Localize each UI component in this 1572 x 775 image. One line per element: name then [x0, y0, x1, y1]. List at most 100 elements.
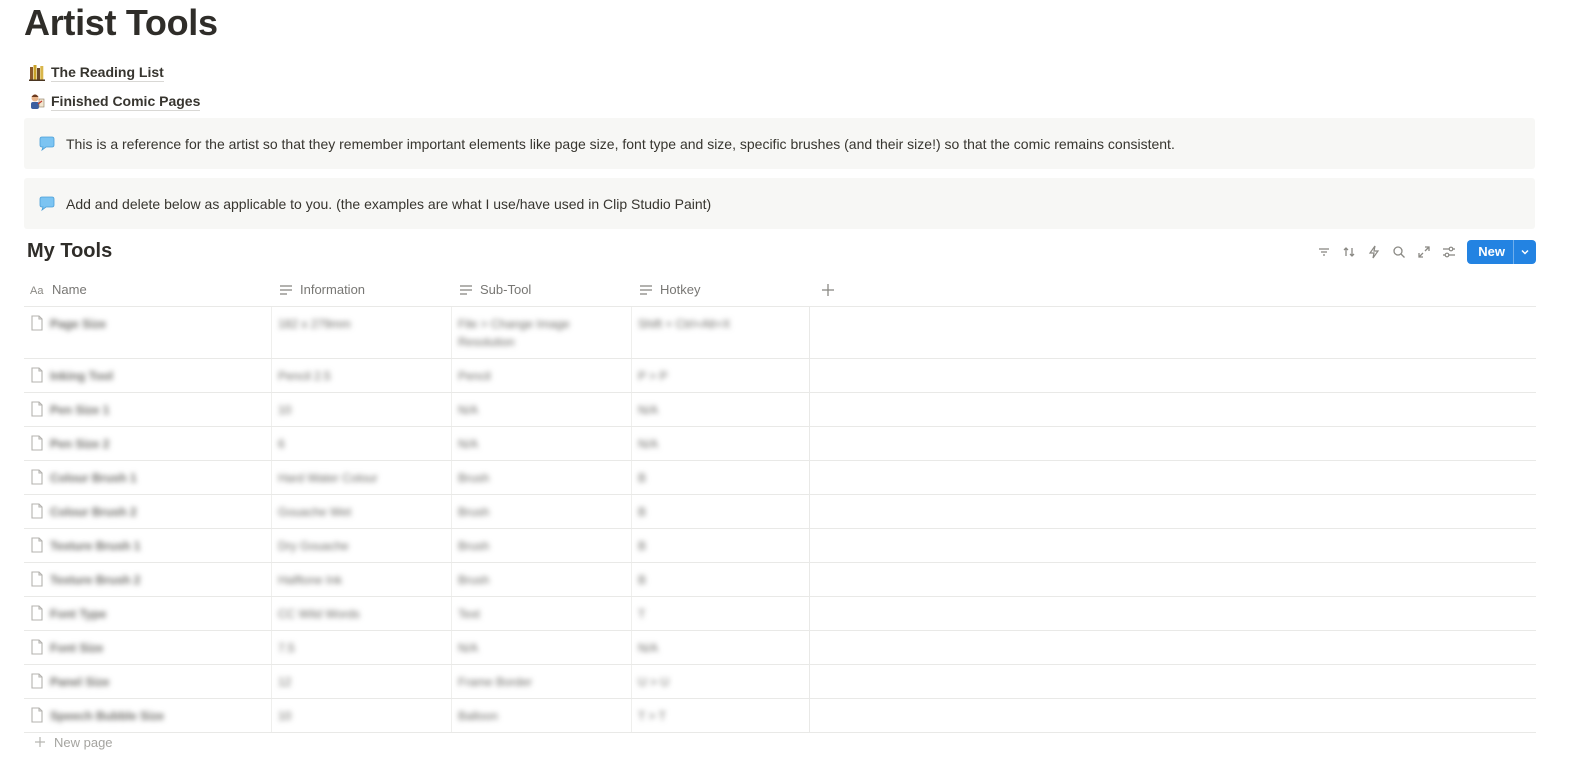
cell-name[interactable]: Colour Brush 2	[24, 495, 272, 528]
cell-information[interactable]: Pencil 2.5	[272, 359, 452, 392]
cell-name[interactable]: Panel Size	[24, 665, 272, 698]
cell-information-text: 12	[278, 675, 292, 689]
cell-hotkey[interactable]: B	[632, 563, 810, 596]
table-row[interactable]: Inking Tool Pencil 2.5 Pencil P > P	[24, 359, 1536, 393]
settings-sliders-icon[interactable]	[1436, 240, 1461, 264]
cell-sub-tool[interactable]: Brush	[452, 563, 632, 596]
cell-sub-tool[interactable]: Balloon	[452, 699, 632, 732]
cell-sub-tool[interactable]: Text	[452, 597, 632, 630]
cell-sub-tool[interactable]: Pencil	[452, 359, 632, 392]
cell-information[interactable]: 6	[272, 427, 452, 460]
cell-sub-tool[interactable]: N/A	[452, 631, 632, 664]
table-row[interactable]: Speech Bubble Size 10 Balloon T > T	[24, 699, 1536, 733]
cell-information-text: 10	[278, 403, 292, 417]
new-page-label: New page	[54, 734, 113, 750]
automation-bolt-icon[interactable]	[1361, 240, 1386, 264]
cell-sub-tool[interactable]: Brush	[452, 529, 632, 562]
sort-icon[interactable]	[1336, 240, 1361, 264]
cell-sub-tool[interactable]: Brush	[452, 495, 632, 528]
cell-information[interactable]: Dry Gouache	[272, 529, 452, 562]
table-row[interactable]: Pen Size 1 10 N/A N/A	[24, 393, 1536, 427]
page-doc-icon	[30, 367, 44, 383]
cell-hotkey[interactable]: B	[632, 495, 810, 528]
cell-information-text: 10	[278, 709, 292, 723]
cell-empty	[810, 495, 1536, 528]
cell-name[interactable]: Speech Bubble Size	[24, 699, 272, 732]
cell-hotkey[interactable]: B	[632, 461, 810, 494]
cell-name[interactable]: Texture Brush 2	[24, 563, 272, 596]
cell-sub-tool[interactable]: N/A	[452, 427, 632, 460]
cell-hotkey[interactable]: N/A	[632, 427, 810, 460]
cell-name[interactable]: Pen Size 2	[24, 427, 272, 460]
table-row[interactable]: Font Size 7.5 N/A N/A	[24, 631, 1536, 665]
column-header-name[interactable]: Aa Name	[24, 273, 272, 306]
cell-name[interactable]: Font Type	[24, 597, 272, 630]
cell-hotkey[interactable]: U > U	[632, 665, 810, 698]
column-header-information[interactable]: Information	[272, 273, 452, 306]
cell-information[interactable]: Halftone Ink	[272, 563, 452, 596]
cell-sub-tool[interactable]: Frame Border	[452, 665, 632, 698]
cell-information-text: CC Wild Words	[278, 607, 360, 621]
cell-information[interactable]: 10	[272, 699, 452, 732]
cell-hotkey[interactable]: N/A	[632, 631, 810, 664]
cell-name[interactable]: Colour Brush 1	[24, 461, 272, 494]
cell-hotkey[interactable]: Shift + Ctrl+Alt+X	[632, 307, 810, 358]
new-page-button[interactable]: New page	[34, 732, 113, 752]
cell-name[interactable]: Inking Tool	[24, 359, 272, 392]
cell-empty	[810, 307, 1536, 358]
table-row[interactable]: Colour Brush 2 Gouache Wet Brush B	[24, 495, 1536, 529]
cell-sub-tool-text: Brush	[458, 471, 490, 485]
table-row[interactable]: Panel Size 12 Frame Border U > U	[24, 665, 1536, 699]
add-property-plus-icon[interactable]	[810, 273, 846, 306]
table-row[interactable]: Pen Size 2 6 N/A N/A	[24, 427, 1536, 461]
database-title[interactable]: My Tools	[27, 240, 112, 263]
expand-icon[interactable]	[1411, 240, 1436, 264]
cell-sub-tool-text: Brush	[458, 573, 490, 587]
table-row[interactable]: Colour Brush 1 Hard Water Colour Brush B	[24, 461, 1536, 495]
cell-name[interactable]: Page Size	[24, 307, 272, 358]
chevron-down-icon[interactable]	[1513, 240, 1536, 264]
cell-sub-tool[interactable]: Brush	[452, 461, 632, 494]
cell-hotkey[interactable]: P > P	[632, 359, 810, 392]
column-header-hotkey[interactable]: Hotkey	[632, 273, 810, 306]
cell-name[interactable]: Texture Brush 1	[24, 529, 272, 562]
cell-sub-tool[interactable]: N/A	[452, 393, 632, 426]
table-row[interactable]: Texture Brush 1 Dry Gouache Brush B	[24, 529, 1536, 563]
link-reading-list[interactable]: The Reading List	[28, 61, 164, 83]
new-button[interactable]: New	[1467, 240, 1536, 264]
cell-hotkey-text: B	[638, 539, 647, 553]
cell-name-text: Texture Brush 2	[50, 573, 141, 587]
speech-bubble-icon	[38, 195, 56, 213]
cell-information[interactable]: 10	[272, 393, 452, 426]
cell-hotkey[interactable]: T	[632, 597, 810, 630]
table-row[interactable]: Page Size 182 x 279mm File > Change Image …	[24, 307, 1536, 359]
page-doc-icon	[30, 315, 44, 331]
cell-empty	[810, 631, 1536, 664]
column-label: Information	[300, 282, 366, 297]
cell-information[interactable]: 12	[272, 665, 452, 698]
cell-name-text: Colour Brush 1	[50, 471, 137, 485]
cell-information[interactable]: Gouache Wet	[272, 495, 452, 528]
link-finished-comic-pages[interactable]: Finished Comic Pages	[28, 90, 201, 112]
table-row[interactable]: Font Type CC Wild Words Text T	[24, 597, 1536, 631]
cell-hotkey[interactable]: N/A	[632, 393, 810, 426]
search-icon[interactable]	[1386, 240, 1411, 264]
cell-sub-tool[interactable]: File > Change Image Resolution	[452, 307, 632, 358]
cell-name[interactable]: Pen Size 1	[24, 393, 272, 426]
cell-information[interactable]: CC Wild Words	[272, 597, 452, 630]
cell-information[interactable]: Hard Water Colour	[272, 461, 452, 494]
cell-empty	[810, 699, 1536, 732]
page-doc-icon	[30, 537, 44, 553]
cell-hotkey-text: B	[638, 471, 647, 485]
table-row[interactable]: Texture Brush 2 Halftone Ink Brush B	[24, 563, 1536, 597]
cell-information[interactable]: 182 x 279mm	[272, 307, 452, 358]
filter-icon[interactable]	[1311, 240, 1336, 264]
column-header-sub-tool[interactable]: Sub-Tool	[452, 273, 632, 306]
cell-information[interactable]: 7.5	[272, 631, 452, 664]
cell-name-text: Panel Size	[50, 675, 110, 689]
cell-hotkey[interactable]: B	[632, 529, 810, 562]
cell-name[interactable]: Font Size	[24, 631, 272, 664]
cell-hotkey[interactable]: T > T	[632, 699, 810, 732]
database-toolbar: New	[1311, 240, 1536, 264]
cell-sub-tool-text: Pencil	[458, 369, 491, 383]
